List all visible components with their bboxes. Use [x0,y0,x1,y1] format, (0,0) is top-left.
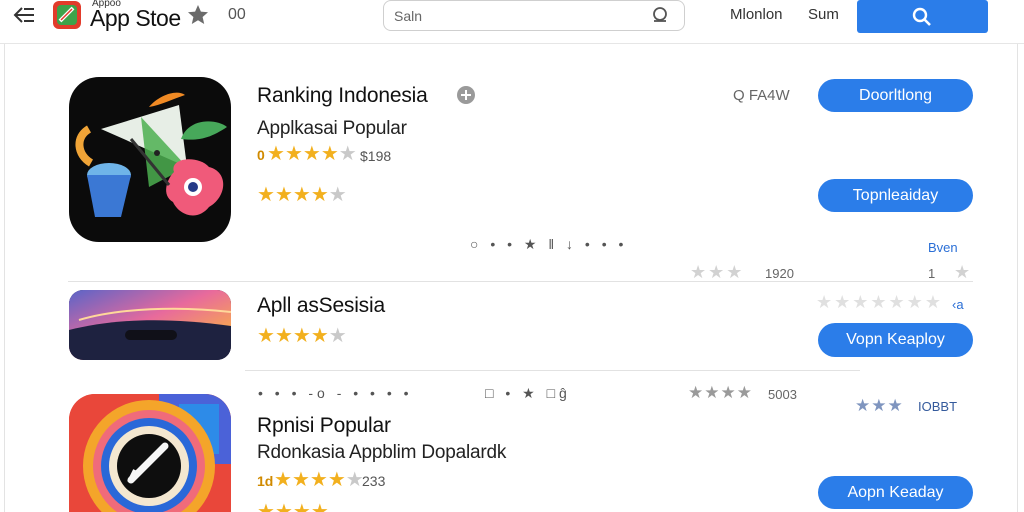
top-bar: Appoo App Stoe 00 Mlonlon Sum [0,0,1024,44]
star-rating: ★ ★ ★ ★ ★ [257,185,347,205]
star-icon[interactable] [186,3,210,27]
star-icon: ★ [327,469,346,491]
star-icon: ★ [274,501,293,512]
nav-link-2[interactable]: Sum [808,6,839,23]
star-icon: ★ [257,501,275,512]
star-icon: ★ [284,143,303,165]
add-icon[interactable] [456,85,476,105]
star-icon: ★ [292,325,311,347]
app-title[interactable]: Ranking Indonesia [257,84,428,108]
star-rating: ★ ★ ★ ★ ★ [267,144,357,164]
mid-rating: ★★★★ [688,383,753,402]
star-icon: ★ [309,469,328,491]
mid-count: 5003 [768,387,797,402]
star-icon: ★ [310,184,329,206]
star-icon: ★ [345,469,364,491]
star-icon: ★ [328,325,347,347]
star-icon: ★ [310,325,329,347]
badge-stars: ★★★ [855,396,904,415]
nav-link-1[interactable]: Mlonlon [730,6,783,23]
more-link[interactable]: Bven [928,240,958,255]
status-icons: □ • ★ □ĝ [485,385,571,401]
shapes-icon [75,92,227,217]
rating-prefix: 0 [257,147,265,163]
search-icon [912,7,931,26]
star-icon: ★ [302,143,321,165]
star-icon: ★ [274,184,293,206]
app-icon-ranking[interactable] [69,77,231,242]
header-count: 00 [228,6,246,23]
brand-title[interactable]: App Stoe [90,5,181,32]
app-meta: Q FA4W [733,87,790,104]
star-icon: ★ [291,469,310,491]
target-icon [69,394,231,512]
star-icon: ★ [338,143,357,165]
faint-star: ★ [954,262,973,282]
star-rating: ★ ★ ★ ★ ★ [257,326,347,346]
star-icon: ★ [292,501,311,512]
star-icon: ★ [274,469,292,491]
app-subtitle: Applkasai Popular [257,118,407,139]
download-button[interactable]: Doorltlong [818,79,973,112]
faint-rating: ★★★★★★★ [816,292,943,312]
search-input[interactable] [394,5,644,27]
star-icon: ★ [274,325,293,347]
open-button[interactable]: Topnleaiday [818,179,973,212]
rating-count: $198 [360,148,392,164]
camera-icon[interactable] [650,5,670,25]
pagination-dots: ○ • • ★ ǁ ↓ • • • [470,236,628,252]
app-icon-popular[interactable] [69,394,231,512]
pagination-dots: • • • -o - • • • • [258,385,413,401]
row-divider [68,281,973,282]
star-icon: ★ [328,184,347,206]
star-tail: 1 [928,266,936,281]
faint-count: 1920 [765,266,794,281]
open-button[interactable]: Vopn Keaploy [818,323,973,357]
star-icon: ★ [257,184,275,206]
app-title[interactable]: Apll asSesisia [257,294,385,318]
app-icon-banner[interactable] [69,290,231,360]
star-icon: ★ [292,184,311,206]
star-icon: ★ [320,143,339,165]
star-icon: ★ [310,501,329,512]
rating-prefix: 1d [257,473,274,489]
faint-tail: ‹a [952,297,964,312]
landscape-icon [69,290,231,360]
status-badge: IOBBT [918,399,958,414]
star-icon: ★ [257,325,275,347]
app-subtitle: Rdonkasia Appblim Dopalardk [257,442,507,463]
faint-rating: ★★★ [690,262,745,282]
app-title[interactable]: Rpnisi Popular [257,414,391,438]
back-icon[interactable] [12,4,38,26]
star-rating: ★ ★ ★ ★ [257,502,329,512]
star-icon: ★ [267,143,285,165]
store-logo-icon[interactable] [52,0,82,30]
open-button[interactable]: Aopn Keaday [818,476,973,509]
star-rating: ★ ★ ★ ★ ★ [274,470,364,490]
search-box [383,0,685,31]
rating-count: 233 [362,473,386,489]
search-button[interactable] [857,0,988,33]
row-divider [245,370,860,371]
